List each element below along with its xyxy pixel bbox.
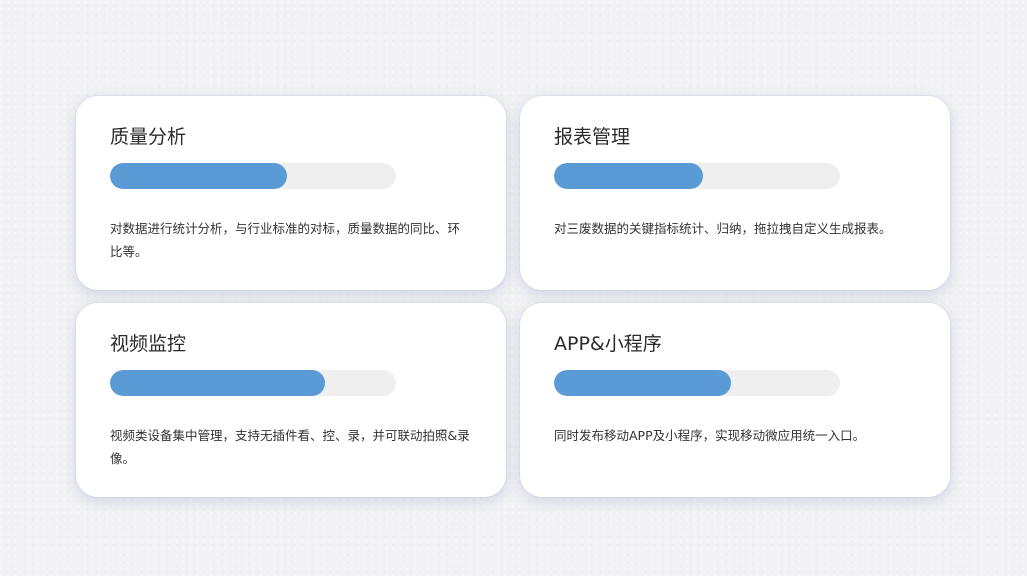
card-video-monitoring: 视频监控 视频类设备集中管理，支持无插件看、控、录，并可联动拍照&录像。 bbox=[76, 303, 506, 497]
card-quality-analysis: 质量分析 对数据进行统计分析，与行业标准的对标，质量数据的同比、环比等。 bbox=[76, 96, 506, 290]
card-description: 对三废数据的关键指标统计、归纳，拖拉拽自定义生成报表。 bbox=[554, 221, 892, 236]
card-app-miniprogram: APP&小程序 同时发布移动APP及小程序，实现移动微应用统一入口。 bbox=[520, 303, 950, 497]
progress-bar bbox=[554, 163, 840, 189]
progress-bar bbox=[110, 370, 396, 396]
progress-fill bbox=[110, 163, 288, 189]
progress-bar bbox=[110, 163, 396, 189]
progress-fill bbox=[110, 370, 325, 396]
card-title: 报表管理 bbox=[554, 126, 631, 148]
card-description: 同时发布移动APP及小程序，实现移动微应用统一入口。 bbox=[554, 428, 866, 443]
card-title: 视频监控 bbox=[110, 333, 187, 355]
card-title: 质量分析 bbox=[110, 126, 187, 148]
card-description: 视频类设备集中管理，支持无插件看、控、录，并可联动拍照&录像。 bbox=[110, 428, 470, 466]
card-title: APP&小程序 bbox=[554, 333, 662, 355]
card-description: 对数据进行统计分析，与行业标准的对标，质量数据的同比、环比等。 bbox=[110, 221, 461, 259]
card-report-management: 报表管理 对三废数据的关键指标统计、归纳，拖拉拽自定义生成报表。 bbox=[520, 96, 950, 290]
progress-fill bbox=[554, 370, 732, 396]
progress-bar bbox=[554, 370, 840, 396]
progress-fill bbox=[554, 163, 703, 189]
